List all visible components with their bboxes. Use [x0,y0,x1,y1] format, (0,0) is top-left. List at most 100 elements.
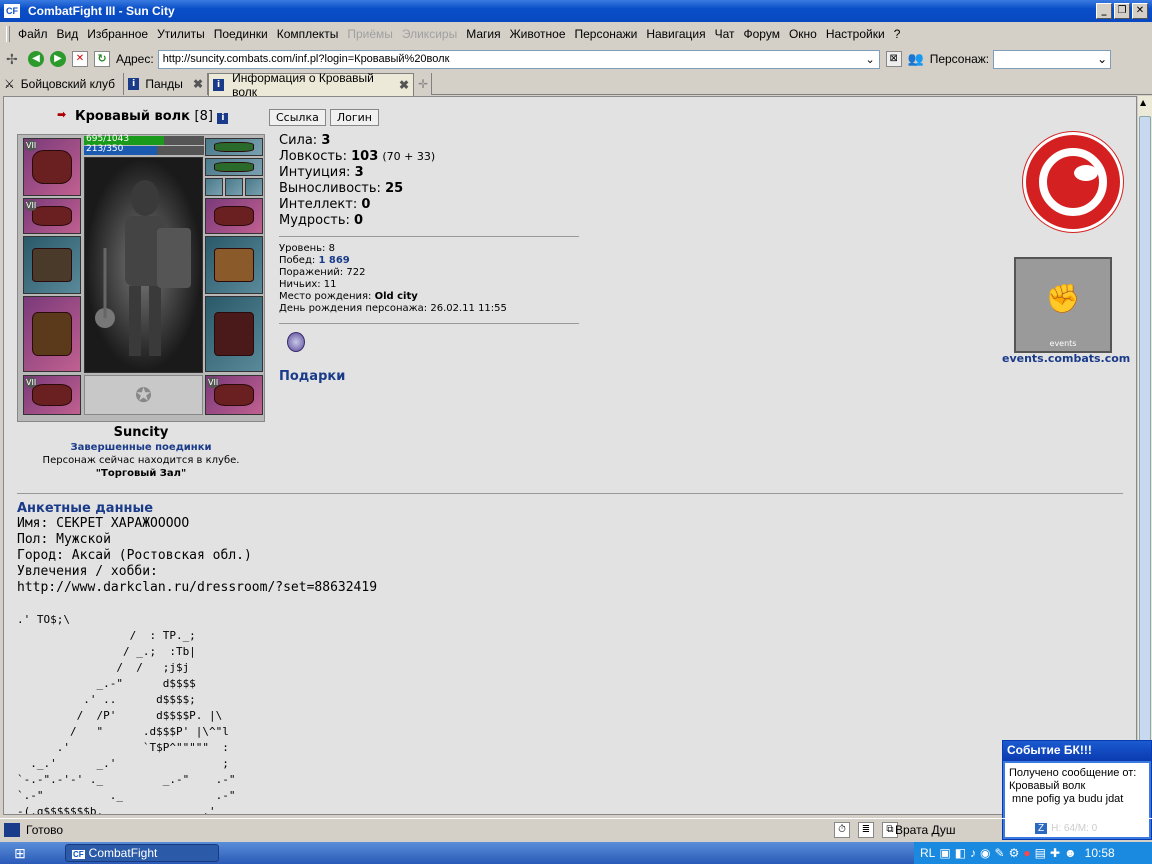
forward-icon[interactable]: ▶ [50,51,66,67]
clock-icon[interactable]: ⏱ [834,821,850,838]
helmet-slot[interactable]: VII [23,138,81,196]
profile-link[interactable]: http://www.darkclan.ru/dressroom/?set=88… [17,580,377,596]
divider [279,323,579,324]
ring-slot[interactable] [245,178,263,196]
stat-value: 25 [385,181,404,196]
menu-item[interactable]: Поединки [214,27,268,41]
arrow-icon: ➡ [57,108,67,121]
tab-fight-club[interactable]: ⚔ Бойцовский клуб [0,73,124,95]
menu-item[interactable]: Вид [57,27,79,41]
address-input[interactable]: http://suncity.combats.com/inf.pl?login=… [157,49,880,69]
start-icon[interactable]: ⊞ [0,845,40,862]
link-button[interactable]: Ссылка [269,109,326,126]
opera-icon[interactable]: ● [1023,846,1030,860]
scroll-up-icon[interactable]: ▲ [1140,98,1146,107]
belt-slot[interactable]: VII [23,375,81,415]
gift-icon[interactable] [287,332,305,352]
menu-item[interactable]: Настройки [826,27,885,41]
gifts-link[interactable]: Подарки [279,369,345,384]
armor-slot[interactable] [23,296,81,372]
scrollbar-thumb[interactable] [1139,116,1151,781]
character-label: Персонаж: [929,52,990,66]
people-icon[interactable]: 👥 [908,51,924,67]
tray-icon[interactable]: ⚙ [1009,846,1020,860]
back-icon[interactable]: ◀ [28,51,44,67]
tray-icon[interactable]: ◉ [980,846,990,860]
ring-slot[interactable] [205,178,223,196]
quiver-slot[interactable] [205,236,263,294]
status-text: Готово [26,822,64,837]
close-button[interactable]: ✕ [1132,3,1148,19]
menu-item[interactable]: Навигация [646,27,705,41]
armor-item-icon [32,311,72,357]
gloves-slot[interactable] [205,198,263,234]
login-button[interactable]: Логин [329,109,379,126]
go-icon[interactable]: ⊠ [885,51,902,67]
tray-icon[interactable]: ✚ [1050,846,1060,860]
tray-icon[interactable]: ▤ [1035,846,1046,860]
close-tab-icon[interactable]: ✖ [399,78,409,92]
taskbar-app-button[interactable]: CF CombatFight [65,844,219,862]
info-icon[interactable]: i [217,113,229,124]
menu-item[interactable]: Файл [18,27,48,41]
restore-button[interactable]: ❐ [1114,3,1130,19]
menu-item[interactable]: Утилиты [157,27,205,41]
menu-item[interactable]: Комплекты [277,27,339,41]
tray-icon[interactable]: ✎ [995,846,1005,860]
events-banner-text: events [1049,339,1077,348]
crossbow-item-icon [32,248,72,282]
chevron-down-icon[interactable]: ⌄ [865,53,874,66]
volume-icon[interactable]: ♪ [970,846,976,860]
quiver-item-icon [214,248,254,282]
notes-icon[interactable]: ≣ [858,821,874,838]
navigation-pin-icon[interactable]: ✢ [6,51,22,67]
menu-bar: Файл Вид Избранное Утилиты Поединки Комплекты… [0,24,1152,44]
weapon-slot[interactable] [23,236,81,294]
stop-icon[interactable]: ✕ [72,51,88,67]
menu-item[interactable]: Окно [789,27,817,41]
tab-character-info[interactable]: i Информация о Кровавый волк ✖ [208,71,414,99]
page-content: ➡ Кровавый волк [8] i Ссылка Логин 695/1… [3,96,1137,815]
tab-label: Бойцовский клуб [20,77,116,91]
menu-item[interactable]: Избранное [87,27,148,41]
tray-icon[interactable]: ▣ [939,846,950,860]
character-level: [8] [194,109,213,124]
menu-item[interactable]: Магия [466,27,500,41]
boots-slot[interactable]: VII [205,375,263,415]
chevron-down-icon[interactable]: ⌄ [1097,52,1107,66]
tab-pandas[interactable]: i Панды ✖ [124,73,208,95]
tray-icon[interactable]: ☻ [1064,846,1077,860]
menu-item[interactable]: Животное [510,27,566,41]
language-indicator[interactable]: RL [920,846,935,860]
close-tab-icon[interactable]: ✖ [193,77,203,91]
menu-item[interactable]: Чат [715,27,735,41]
monitor-icon [4,822,20,837]
menu-item[interactable]: Приёмы [347,27,393,41]
menu-item[interactable]: Форум [744,27,780,41]
events-link[interactable]: events.combats.com [1002,352,1130,365]
vertical-scrollbar[interactable]: ▲ [1137,96,1152,815]
earring-slot[interactable] [205,138,263,156]
wins-value[interactable]: 1 869 [318,255,349,266]
amulet-item-icon [214,162,254,172]
legs-slot[interactable] [205,296,263,372]
wins-label: Побед: [279,255,316,266]
menu-item[interactable]: Эликсиры [402,27,457,41]
character-name: Кровавый волк [8] i [75,109,229,124]
amulet-slot[interactable] [205,158,263,176]
new-tab-button[interactable]: ✛ [414,73,432,95]
popup-title: Событие БК!!! [1003,741,1151,761]
tab-bar: ⚔ Бойцовский клуб i Панды ✖ i Информация… [0,71,1152,99]
events-banner-icon[interactable]: ✊ events [1014,257,1112,353]
tray-icon[interactable]: ◧ [955,846,966,860]
completed-fights-link[interactable]: Завершенные поединки [17,441,265,454]
bracers-slot[interactable]: VII [23,198,81,234]
character-select[interactable]: ⌄ [993,49,1112,69]
ring-slot[interactable] [225,178,243,196]
minimize-button[interactable]: _ [1096,3,1112,19]
refresh-icon[interactable]: ↻ [94,51,110,67]
menu-item[interactable]: Персонажи [575,27,638,41]
boots-item-icon [214,383,254,407]
menu-item[interactable]: ? [894,27,901,41]
status-location: Врата Душ [895,822,956,837]
